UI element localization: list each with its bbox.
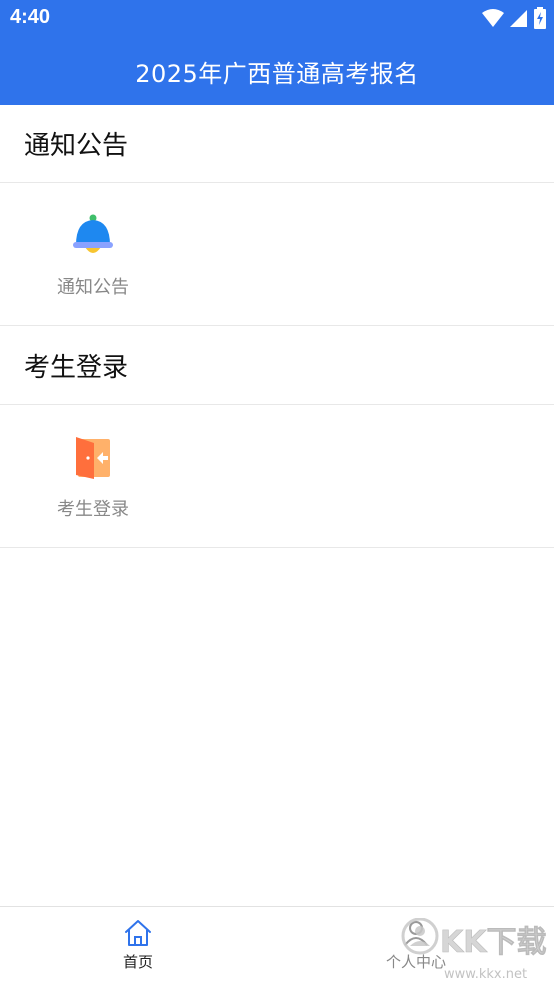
page-title: 2025年广西普通高考报名	[135, 60, 419, 88]
watermark-text: KK下载	[440, 925, 547, 960]
watermark-logo: KK下载 www.kkx.net	[398, 917, 548, 984]
section-title: 通知公告	[24, 131, 129, 161]
notices-grid-item[interactable]: 通知公告	[42, 213, 144, 305]
grid-item-label: 通知公告	[57, 277, 129, 298]
login-grid-item[interactable]: 考生登录	[42, 435, 144, 527]
notices-grid: 通知公告	[0, 183, 554, 326]
door-login-icon	[76, 437, 110, 479]
status-time: 4:40	[10, 6, 51, 28]
section-title: 考生登录	[24, 353, 129, 383]
nav-item-home[interactable]: 首页	[78, 919, 198, 972]
battery-icon	[534, 7, 546, 29]
status-bar: 4:40	[0, 0, 554, 38]
grid-item-label: 考生登录	[57, 499, 129, 520]
app-bar: 2025年广西普通高考报名	[0, 38, 554, 105]
signal-icon	[510, 10, 527, 27]
bell-icon	[73, 214, 113, 253]
login-grid: 考生登录	[0, 405, 554, 548]
watermark-url: www.kkx.net	[444, 967, 527, 982]
home-icon	[125, 920, 151, 946]
wifi-icon	[482, 9, 504, 27]
nav-label: 首页	[122, 953, 153, 971]
section-header-notices: 通知公告	[0, 105, 554, 183]
status-icons	[482, 7, 546, 29]
section-header-login: 考生登录	[0, 327, 554, 405]
